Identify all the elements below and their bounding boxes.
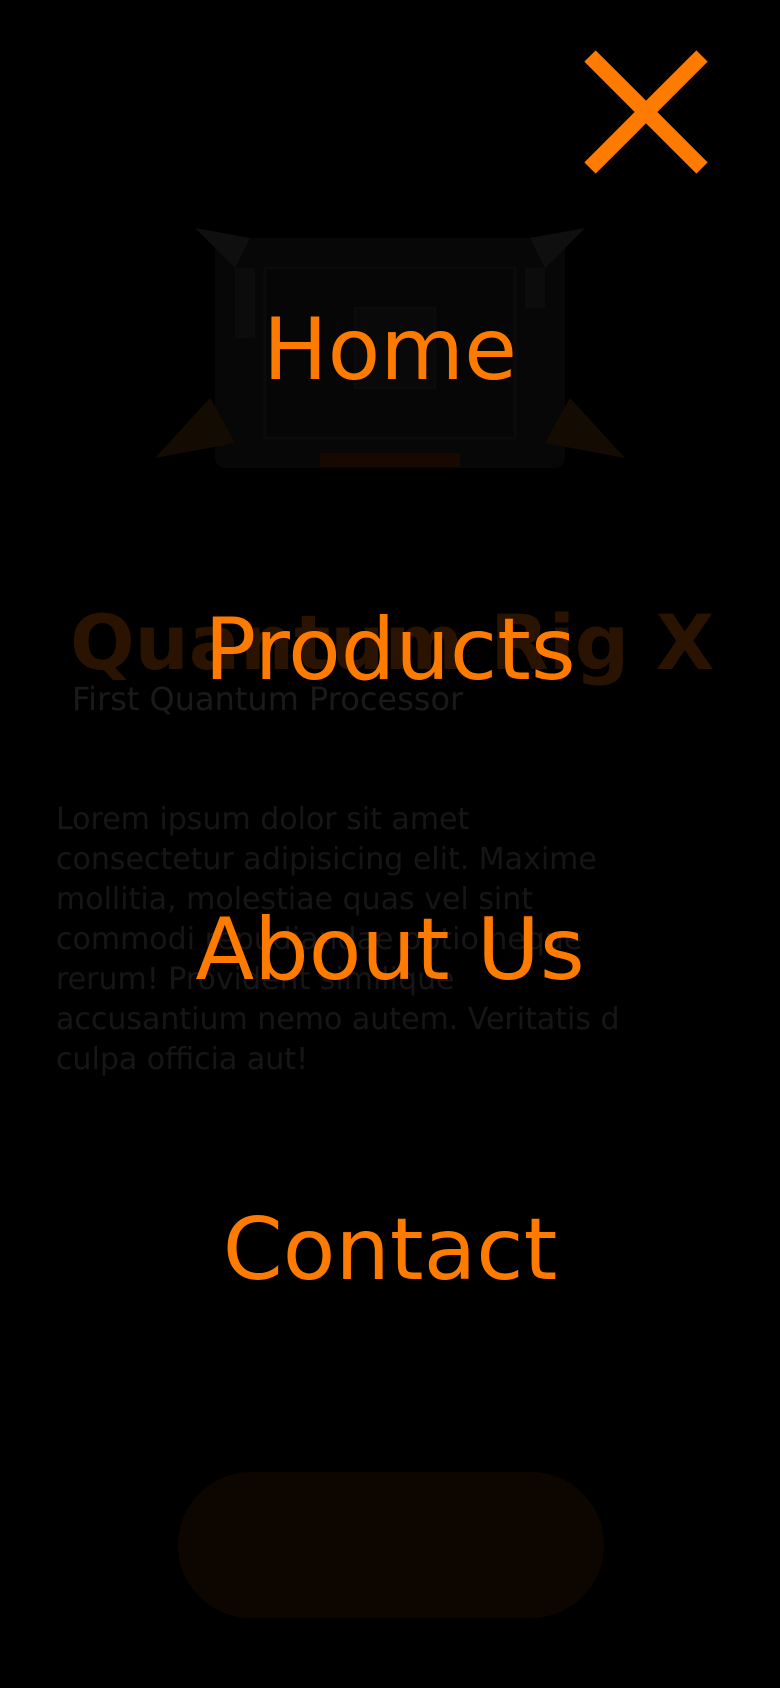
close-icon [584,50,708,174]
nav-item-products[interactable]: Products [0,600,780,700]
close-menu-button[interactable] [578,44,714,180]
nav-item-home[interactable]: Home [0,300,780,400]
page: Quantum Rig X First Quantum Processor Lo… [0,0,780,1688]
nav-item-about-us[interactable]: About Us [0,900,780,1000]
nav-item-contact[interactable]: Contact [0,1200,780,1300]
nav-overlay: Home Products About Us Contact [0,0,780,1688]
